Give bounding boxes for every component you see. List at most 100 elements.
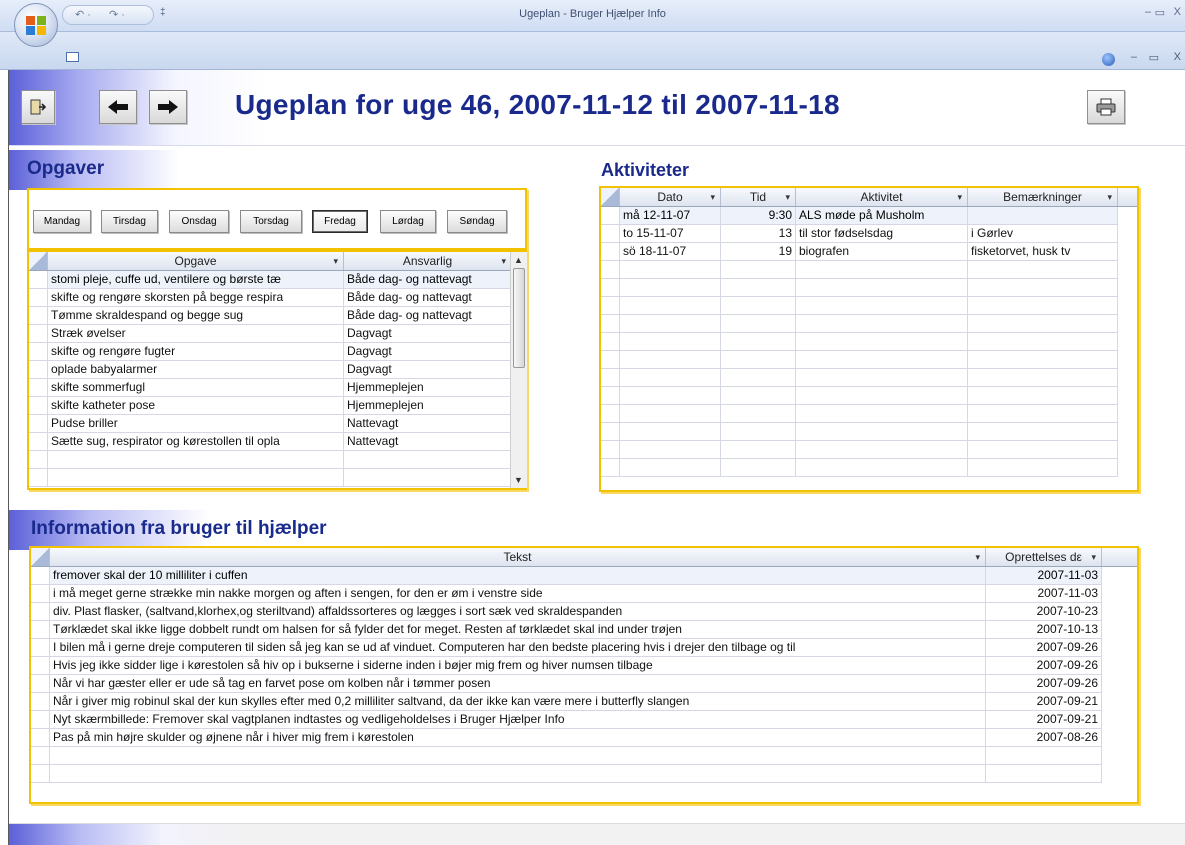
table-cell[interactable] [620,333,721,350]
table-row[interactable]: oplade babyalarmer Dagvagt [29,361,512,379]
print-button[interactable] [1087,90,1125,124]
table-cell[interactable] [968,387,1118,404]
row-selector[interactable] [31,693,50,710]
table-cell[interactable] [721,315,796,332]
row-selector[interactable] [31,567,50,584]
table-cell[interactable] [968,351,1118,368]
table-cell[interactable] [986,765,1102,782]
office-button[interactable] [14,3,58,47]
table-cell[interactable] [344,469,512,486]
table-cell[interactable] [968,369,1118,386]
table-cell[interactable] [796,333,968,350]
table-cell[interactable]: 19 [721,243,796,260]
table-row-empty[interactable] [601,459,1118,477]
table-cell[interactable]: i må meget gerne strække min nakke morge… [50,585,986,602]
table-row[interactable]: Tømme skraldespand og begge sug Både dag-… [29,307,512,325]
row-selector[interactable] [31,585,50,602]
table-cell[interactable]: Stræk øvelser [48,325,344,342]
row-selector[interactable] [31,603,50,620]
doc-restore-button[interactable]: ▭ [1149,51,1159,64]
row-selector[interactable] [601,225,620,242]
table-cell[interactable] [796,351,968,368]
scroll-down-arrow-icon[interactable]: ▼ [514,475,523,485]
row-selector[interactable] [601,351,620,368]
scroll-up-arrow-icon[interactable]: ▲ [514,255,523,265]
table-cell[interactable] [968,207,1118,224]
table-cell[interactable]: Både dag- og nattevagt [344,289,512,306]
aktiviteter-datasheet[interactable]: Dato ▾ Tid ▾ Aktivitet ▾ Bemærkninger ▾ må 1… [601,188,1137,490]
table-cell[interactable] [620,423,721,440]
row-selector[interactable] [601,369,620,386]
column-header-ansvarlig[interactable]: Ansvarlig ▾ [344,252,512,270]
table-cell[interactable] [620,261,721,278]
select-all-cell[interactable] [29,252,48,270]
table-cell[interactable]: skifte og rengøre fugter [48,343,344,360]
table-cell[interactable] [50,747,986,764]
table-row[interactable]: Pas på min højre skulder og øjnene når i… [31,729,1102,747]
table-cell[interactable] [721,423,796,440]
table-cell[interactable]: Både dag- og nattevagt [344,307,512,324]
row-selector[interactable] [29,397,48,414]
table-cell[interactable] [50,765,986,782]
day-button-lordag[interactable]: Lørdag [380,210,436,233]
table-cell[interactable]: stomi pleje, cuffe ud, ventilere og børs… [48,271,344,288]
table-row[interactable]: Stræk øvelser Dagvagt [29,325,512,343]
table-cell[interactable]: 2007-09-21 [986,711,1102,728]
table-cell[interactable]: Pudse briller [48,415,344,432]
table-cell[interactable]: sö 18-11-07 [620,243,721,260]
table-row-empty[interactable] [601,423,1118,441]
table-cell[interactable] [721,333,796,350]
row-selector[interactable] [31,747,50,764]
table-row[interactable]: Når vi har gæster eller er ude så tag en… [31,675,1102,693]
table-cell[interactable] [968,441,1118,458]
table-row[interactable]: to 15-11-07 13 til stor fødselsdag i Gørlev [601,225,1118,243]
table-cell[interactable] [721,297,796,314]
table-cell[interactable]: 13 [721,225,796,242]
column-header-dato[interactable]: Dato ▾ [620,188,721,206]
table-cell[interactable]: fisketorvet, husk tv [968,243,1118,260]
scroll-thumb[interactable] [513,268,525,368]
table-cell[interactable] [986,747,1102,764]
row-selector[interactable] [31,657,50,674]
row-selector[interactable] [29,343,48,360]
table-row[interactable]: skifte katheter pose Hjemmeplejen [29,397,512,415]
table-cell[interactable] [796,297,968,314]
table-cell[interactable]: 2007-09-26 [986,639,1102,656]
table-cell[interactable]: 2007-09-26 [986,675,1102,692]
table-cell[interactable] [721,459,796,476]
table-cell[interactable]: Pas på min højre skulder og øjnene når i… [50,729,986,746]
table-cell[interactable] [721,387,796,404]
table-cell[interactable] [620,315,721,332]
table-cell[interactable] [796,261,968,278]
row-selector[interactable] [29,307,48,324]
table-cell[interactable]: 2007-11-03 [986,567,1102,584]
table-cell[interactable] [968,333,1118,350]
row-selector[interactable] [31,639,50,656]
column-header-oprettelsesdato[interactable]: Oprettelses dε ▾ [986,548,1102,566]
table-cell[interactable]: to 15-11-07 [620,225,721,242]
row-selector[interactable] [601,207,620,224]
table-cell[interactable]: Nyt skærmbillede: Fremover skal vagtplan… [50,711,986,728]
table-cell[interactable]: Tømme skraldespand og begge sug [48,307,344,324]
table-cell[interactable]: 2007-10-23 [986,603,1102,620]
table-row-empty[interactable] [601,261,1118,279]
row-selector[interactable] [601,387,620,404]
row-selector[interactable] [601,333,620,350]
table-row-empty[interactable] [31,765,1102,783]
table-row[interactable]: skifte og rengøre skorsten på begge resp… [29,289,512,307]
table-cell[interactable]: Dagvagt [344,325,512,342]
table-row-empty[interactable] [29,469,512,487]
day-button-mandag[interactable]: Mandag [33,210,91,233]
table-row[interactable]: Nyt skærmbillede: Fremover skal vagtplan… [31,711,1102,729]
row-selector[interactable] [601,315,620,332]
table-cell[interactable] [620,279,721,296]
table-cell[interactable]: fremover skal der 10 milliliter i cuffen [50,567,986,584]
exit-button[interactable] [21,90,55,124]
row-selector[interactable] [31,729,50,746]
table-cell[interactable] [620,387,721,404]
table-cell[interactable]: skifte og rengøre skorsten på begge resp… [48,289,344,306]
table-cell[interactable]: 2007-09-21 [986,693,1102,710]
table-cell[interactable]: i Gørlev [968,225,1118,242]
table-row[interactable]: må 12-11-07 9:30 ALS møde på Musholm [601,207,1118,225]
table-cell[interactable] [968,315,1118,332]
